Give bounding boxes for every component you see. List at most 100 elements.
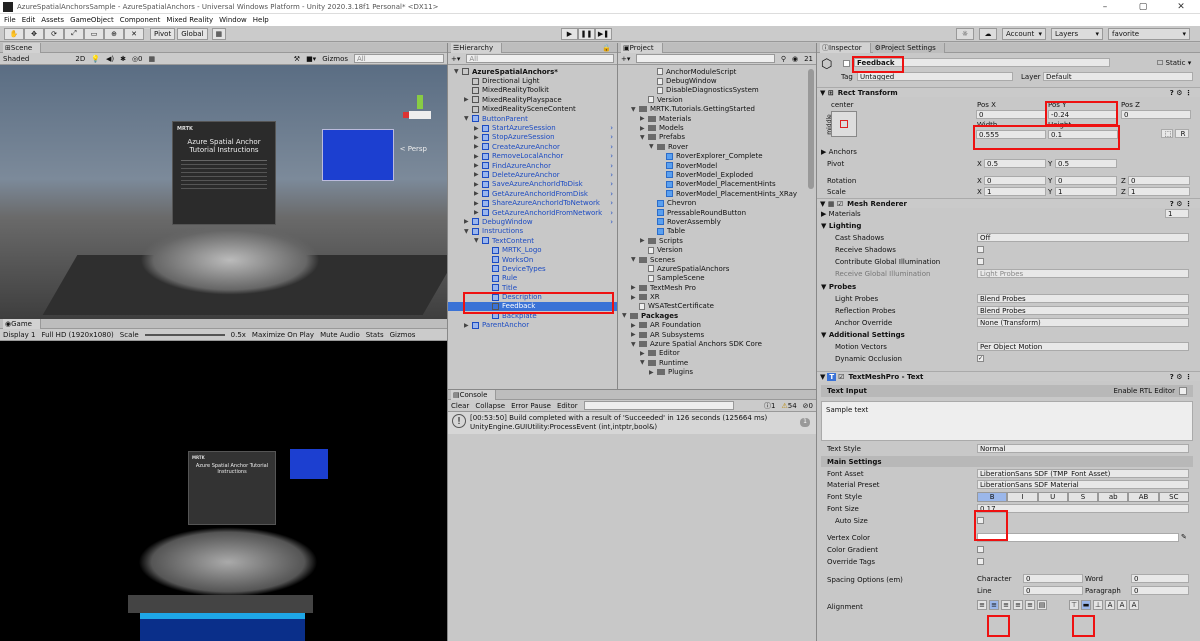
auto-size-checkbox[interactable] — [977, 517, 984, 524]
mode-2d-button[interactable]: 2D — [75, 55, 85, 63]
cloud-icon[interactable]: ☁ — [979, 28, 997, 40]
collapsed-arrow-icon[interactable]: ▶ — [640, 125, 648, 132]
smallcaps-button[interactable]: SC — [1158, 492, 1189, 502]
project-item[interactable]: Table — [618, 227, 816, 236]
hierarchy-item[interactable]: ▼ TextContent — [448, 236, 617, 245]
motion-vectors-dropdown[interactable]: Per Object Motion — [977, 342, 1189, 351]
scene-persp-label[interactable]: < Persp — [400, 145, 427, 153]
align-flush-icon[interactable]: ≡ — [1025, 600, 1035, 610]
project-item[interactable]: ▶ Materials — [618, 114, 816, 123]
hierarchy-item[interactable]: ▶ CreateAzureAnchor › — [448, 142, 617, 151]
hierarchy-item[interactable]: ▶ StartAzureSession › — [448, 123, 617, 132]
bold-button[interactable]: B — [977, 492, 1008, 502]
camera-icon[interactable]: ■▾ — [306, 55, 316, 63]
project-item[interactable]: ▼ Runtime — [618, 358, 816, 367]
project-item[interactable]: ▶ AR Subsystems — [618, 330, 816, 339]
expanded-arrow-icon[interactable]: ▼ — [640, 359, 648, 366]
expanded-arrow-icon[interactable]: ▼ — [622, 312, 630, 319]
rot-y-field[interactable]: 0 — [1055, 176, 1117, 185]
expanded-arrow-icon[interactable]: ▼ — [631, 341, 639, 348]
scene-gizmo-icon[interactable] — [403, 95, 437, 135]
project-item[interactable]: WSATestCertificate — [618, 302, 816, 311]
menu-file[interactable]: File — [4, 16, 16, 24]
rot-z-field[interactable]: 0 — [1128, 176, 1190, 185]
expanded-arrow-icon[interactable]: ▼ — [631, 106, 639, 113]
tag-dropdown[interactable]: Untagged — [857, 72, 1013, 81]
project-item[interactable]: ▶ Plugins — [618, 368, 816, 377]
align-right-icon[interactable]: ≡ — [1001, 600, 1011, 610]
prefab-open-icon[interactable]: › — [610, 171, 613, 179]
tab-inspector[interactable]: ⓘ Inspector — [820, 42, 871, 53]
lighting-foldout[interactable]: ▼ Lighting — [821, 222, 861, 230]
hierarchy-item[interactable]: Backplate — [448, 311, 617, 320]
project-item[interactable]: AzureSpatialAnchors — [618, 264, 816, 273]
menu-help[interactable]: Help — [253, 16, 269, 24]
hierarchy-item[interactable]: ▶ SaveAzureAnchorIdToDisk › — [448, 180, 617, 189]
align-geometry-icon[interactable]: ▤ — [1037, 600, 1047, 610]
pivot-y-field[interactable]: 0.5 — [1055, 159, 1117, 168]
expanded-arrow-icon[interactable]: ▼ — [454, 68, 462, 75]
hierarchy-item[interactable]: DeviceTypes — [448, 264, 617, 273]
prefab-open-icon[interactable]: › — [610, 218, 613, 226]
blueprint-mode-icon[interactable]: ⬚ — [1161, 129, 1173, 138]
project-item[interactable]: SampleScene — [618, 274, 816, 283]
project-scrollbar[interactable] — [808, 69, 814, 189]
hierarchy-item[interactable]: ▼ AzureSpatialAnchors* — [448, 67, 617, 76]
grid-icon[interactable]: ▦ — [149, 55, 156, 63]
expanded-arrow-icon[interactable]: ▼ — [464, 115, 472, 122]
sc-z-field[interactable]: 1 — [1128, 187, 1190, 196]
materials-count-field[interactable]: 1 — [1165, 209, 1189, 218]
rot-x-field[interactable]: 0 — [984, 176, 1046, 185]
uppercase-button[interactable]: AB — [1128, 492, 1159, 502]
global-toggle[interactable]: Global — [177, 27, 208, 40]
scale-slider[interactable] — [144, 333, 225, 336]
project-item[interactable]: ▶ Editor — [618, 349, 816, 358]
expanded-arrow-icon[interactable]: ▼ — [464, 228, 472, 235]
project-item[interactable]: ▶ TextMesh Pro — [618, 283, 816, 292]
collapsed-arrow-icon[interactable]: ▶ — [631, 284, 639, 291]
scene-debug-window[interactable] — [322, 129, 394, 181]
align-capline-icon[interactable]: A — [1129, 600, 1139, 610]
material-preset-dropdown[interactable]: LiberationSans SDF Material — [977, 480, 1189, 489]
error-count-icon[interactable]: ⊘0 — [803, 402, 813, 410]
text-input-area[interactable]: Sample text — [821, 401, 1193, 441]
override-tags-checkbox[interactable] — [977, 558, 984, 565]
prefab-open-icon[interactable]: › — [610, 209, 613, 217]
hierarchy-item[interactable]: ▶ FindAzureAnchor › — [448, 161, 617, 170]
project-item[interactable]: ▶ Scripts — [618, 236, 816, 245]
collapsed-arrow-icon[interactable]: ▶ — [474, 153, 482, 160]
collapsed-arrow-icon[interactable]: ▶ — [474, 143, 482, 150]
sc-y-field[interactable]: 1 — [1055, 187, 1117, 196]
layout-dropdown[interactable]: favorite ▾ — [1108, 28, 1190, 40]
lowercase-button[interactable]: ab — [1098, 492, 1129, 502]
visibility-icon[interactable]: ◎0 — [132, 55, 143, 63]
prefab-open-icon[interactable]: › — [610, 133, 613, 141]
collapsed-arrow-icon[interactable]: ▶ — [631, 331, 639, 338]
tab-project-settings[interactable]: ⚙ Project Settings — [872, 42, 945, 53]
filter-icon[interactable]: ⚲ — [781, 55, 786, 63]
effects-icon[interactable]: ✱ — [120, 55, 126, 63]
align-midline-icon[interactable]: A — [1117, 600, 1127, 610]
expanded-arrow-icon[interactable]: ▼ — [640, 134, 648, 141]
collapsed-arrow-icon[interactable]: ▶ — [640, 237, 648, 244]
prefab-open-icon[interactable]: › — [610, 180, 613, 188]
additional-settings-foldout[interactable]: ▼ Additional Settings — [821, 331, 905, 339]
project-item[interactable]: RoverModel_PlacementHints_XRay — [618, 189, 816, 198]
collapsed-arrow-icon[interactable]: ▶ — [464, 96, 472, 103]
project-create-dropdown[interactable]: +▾ — [621, 55, 630, 63]
cast-shadows-dropdown[interactable]: Off — [977, 233, 1189, 242]
word-field[interactable]: 0 — [1131, 574, 1189, 583]
info-count-icon[interactable]: ⓘ1 — [764, 401, 775, 411]
prefab-open-icon[interactable]: › — [610, 162, 613, 170]
hierarchy-item[interactable]: MRTK_Logo — [448, 245, 617, 254]
align-bottom-icon[interactable]: ⊥ — [1093, 600, 1103, 610]
project-item[interactable]: RoverModel_PlacementHints — [618, 180, 816, 189]
align-justify-icon[interactable]: ≡ — [1013, 600, 1023, 610]
game-gizmos-dropdown[interactable]: Gizmos — [390, 331, 416, 339]
posz-field[interactable]: 0 — [1121, 110, 1191, 119]
prefab-open-icon[interactable]: › — [610, 152, 613, 160]
scene-search-input[interactable]: All — [354, 54, 444, 63]
line-field[interactable]: 0 — [1023, 586, 1083, 595]
strikethrough-button[interactable]: S — [1067, 492, 1099, 502]
hierarchy-item[interactable]: ▶ DeleteAzureAnchor › — [448, 170, 617, 179]
